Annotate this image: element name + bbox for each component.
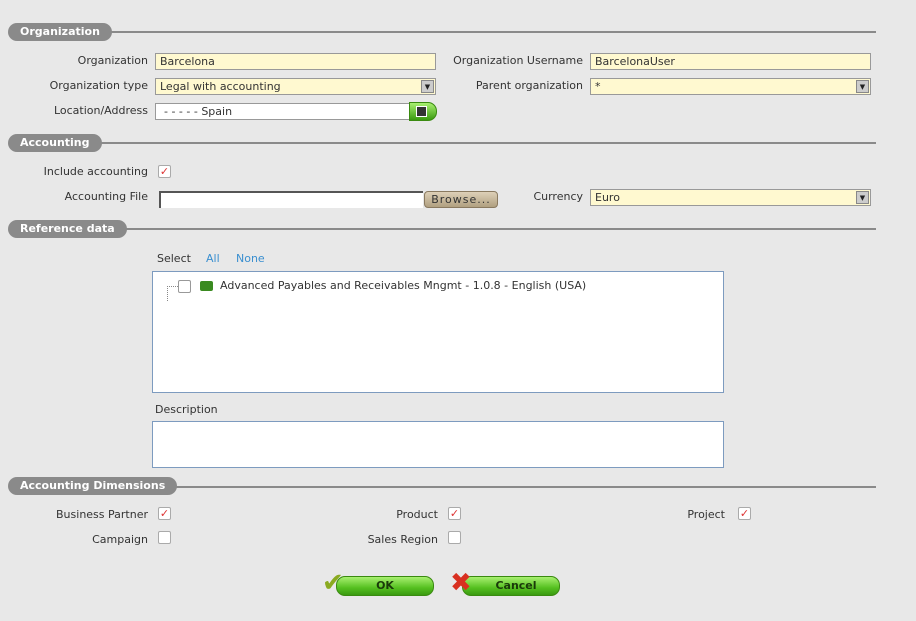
org-type-select[interactable]: Legal with accounting ▼ — [155, 78, 436, 95]
divider — [150, 486, 876, 488]
currency-value: Euro — [595, 191, 620, 204]
chevron-down-icon[interactable]: ▼ — [856, 80, 869, 93]
username-input[interactable]: BarcelonaUser — [590, 53, 871, 70]
accounting-file-input[interactable] — [159, 191, 423, 208]
project-checkbox[interactable]: ✓ — [738, 507, 751, 520]
section-accounting-dimensions: Accounting Dimensions — [8, 477, 178, 495]
module-checkbox[interactable] — [178, 280, 191, 293]
section-accounting: Accounting — [8, 134, 102, 152]
browse-button[interactable]: Browse... — [424, 191, 498, 208]
currency-select[interactable]: Euro ▼ — [590, 189, 871, 206]
sales-region-label: Sales Region — [367, 533, 438, 546]
include-accounting-label: Include accounting — [43, 165, 148, 178]
close-icon: ✖ — [450, 568, 472, 598]
module-label: Advanced Payables and Receivables Mngmt … — [220, 279, 587, 292]
location-input[interactable]: - - - - - Spain — [155, 103, 420, 120]
campaign-label: Campaign — [92, 533, 148, 546]
select-all-link[interactable]: All — [206, 252, 220, 265]
product-label: Product — [396, 508, 438, 521]
product-checkbox[interactable]: ✓ — [448, 507, 461, 520]
module-package-icon — [200, 281, 213, 291]
divider — [90, 31, 876, 33]
organization-label: Organization — [77, 54, 148, 67]
description-textarea[interactable] — [152, 421, 724, 468]
chevron-down-icon[interactable]: ▼ — [856, 191, 869, 204]
divider — [110, 228, 876, 230]
section-reference-data: Reference data — [8, 220, 127, 238]
campaign-checkbox[interactable] — [158, 531, 171, 544]
tree-connector — [167, 286, 178, 301]
chevron-down-icon[interactable]: ▼ — [421, 80, 434, 93]
org-type-value: Legal with accounting — [160, 80, 281, 93]
organization-input[interactable]: Barcelona — [155, 53, 436, 70]
parent-org-select[interactable]: * ▼ — [590, 78, 871, 95]
select-none-link[interactable]: None — [236, 252, 265, 265]
parent-org-label: Parent organization — [475, 79, 583, 92]
cancel-label: Cancel — [495, 579, 537, 592]
accounting-file-label: Accounting File — [64, 190, 148, 203]
username-label: Organization Username — [453, 54, 583, 67]
location-picker-icon[interactable] — [409, 102, 437, 121]
checkmark-icon: ✔ — [322, 568, 344, 598]
ok-button[interactable]: OK — [336, 576, 434, 596]
parent-org-value: * — [595, 80, 601, 93]
divider — [90, 142, 876, 144]
select-label: Select — [157, 252, 191, 265]
include-accounting-checkbox[interactable]: ✓ — [158, 165, 171, 178]
module-tree[interactable]: Advanced Payables and Receivables Mngmt … — [152, 271, 724, 393]
sales-region-checkbox[interactable] — [448, 531, 461, 544]
project-label: Project — [687, 508, 725, 521]
cancel-button[interactable]: Cancel — [462, 576, 560, 596]
ok-label: OK — [376, 579, 394, 592]
business-partner-label: Business Partner — [56, 508, 148, 521]
org-type-label: Organization type — [49, 79, 148, 92]
currency-label: Currency — [533, 190, 583, 203]
location-label: Location/Address — [53, 104, 148, 117]
business-partner-checkbox[interactable]: ✓ — [158, 507, 171, 520]
description-label: Description — [155, 403, 218, 416]
section-organization: Organization — [8, 23, 112, 41]
